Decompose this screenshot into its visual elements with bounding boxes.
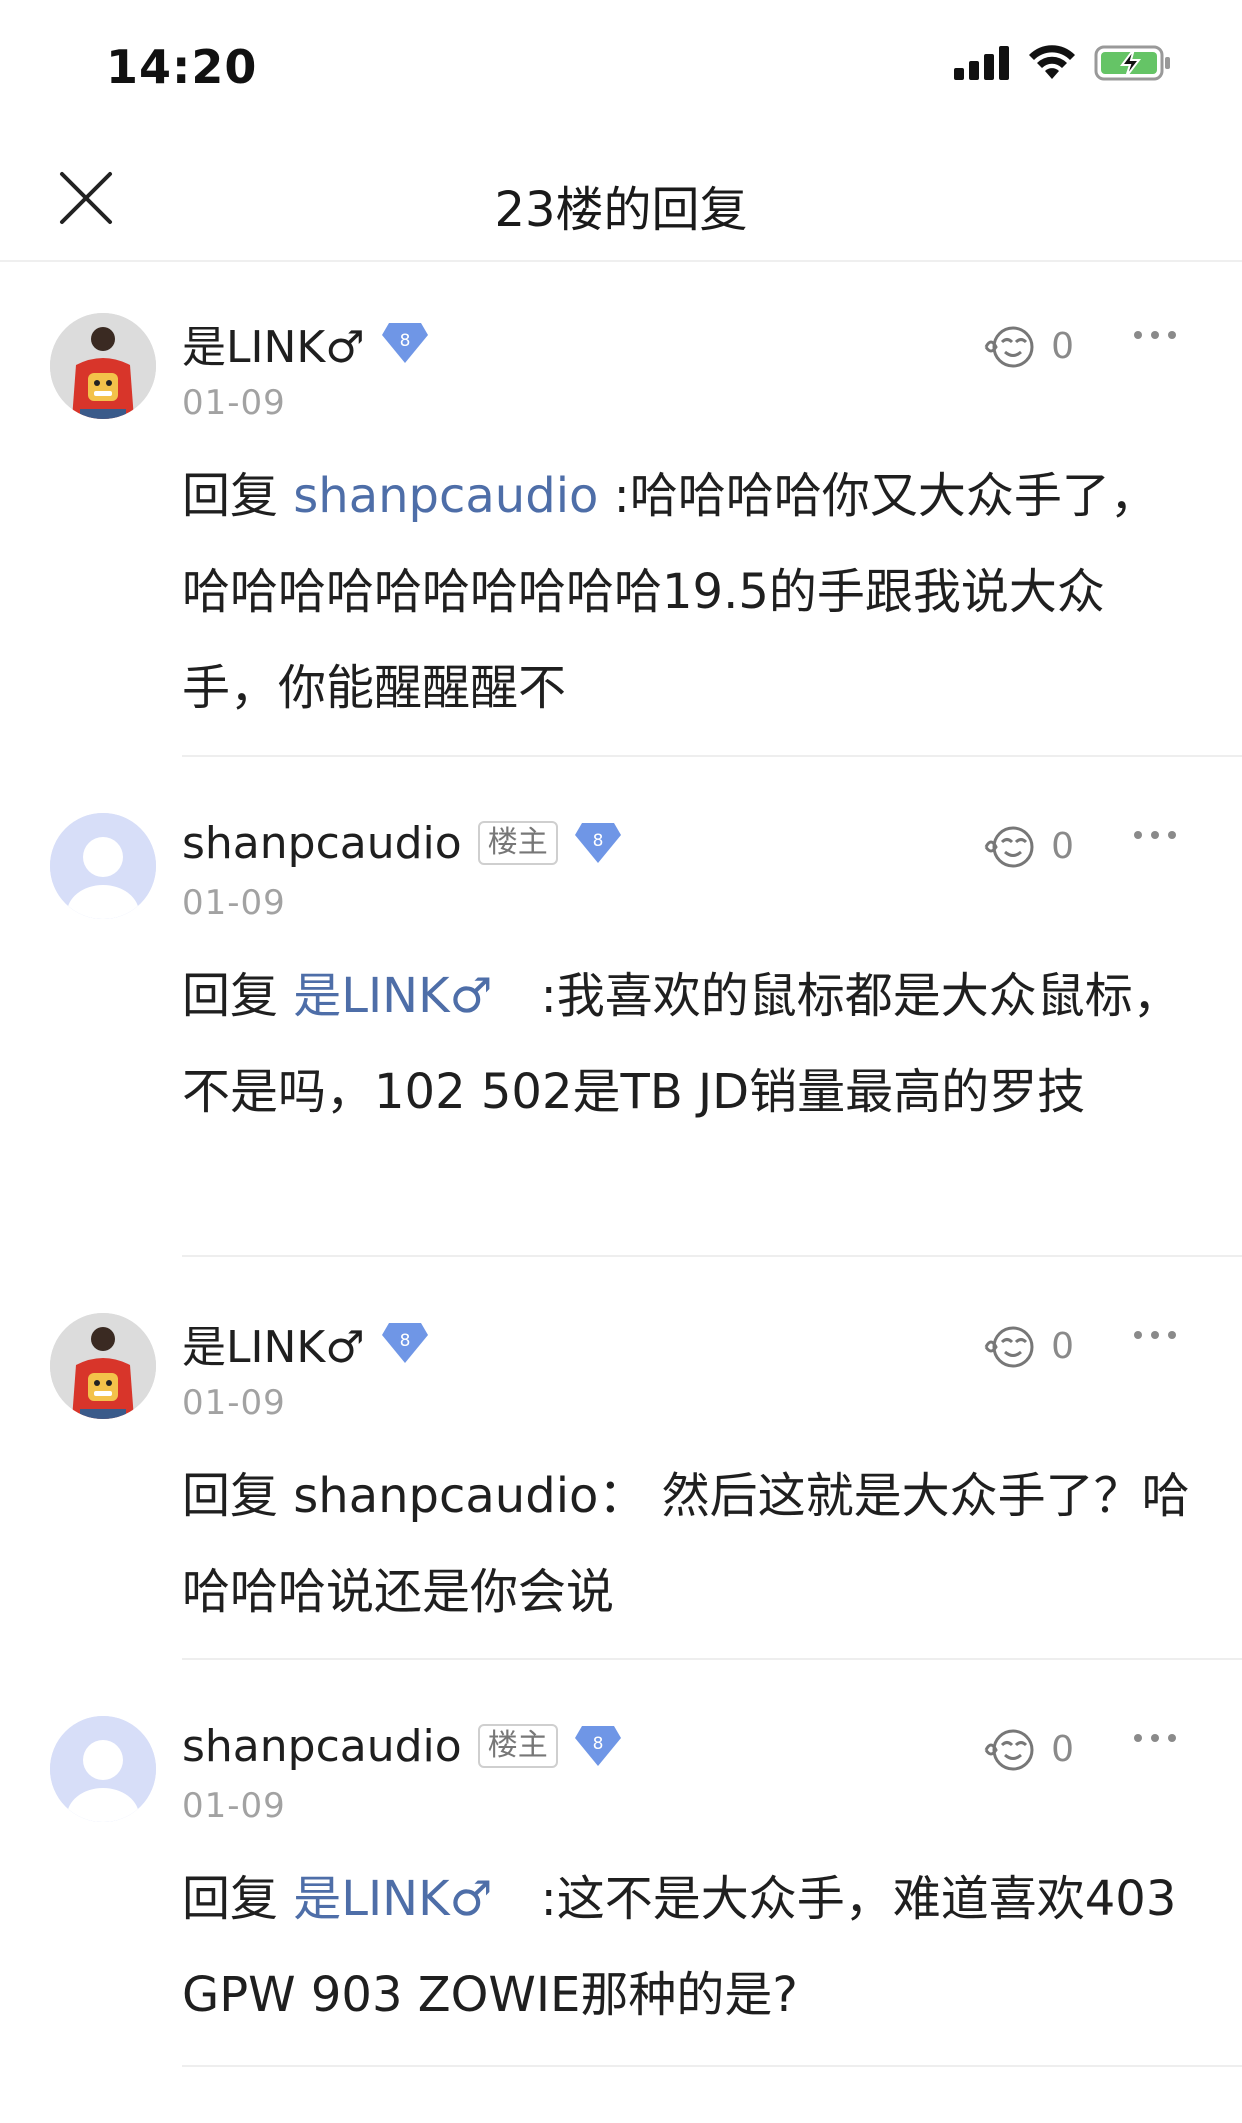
avatar[interactable]: [50, 1716, 156, 1822]
status-icons: [954, 44, 1172, 82]
reply-content: 回复 shanpcaudio :哈哈哈哈你又大众手了，哈哈哈哈哈哈哈哈哈哈19.…: [182, 448, 1192, 736]
status-bar: 14:20: [0, 0, 1242, 132]
reply-prefix: 回复: [182, 1871, 294, 1927]
nav-bar: 23楼的回复: [0, 132, 1242, 262]
level-badge-icon: 8: [381, 1323, 428, 1363]
mention-link[interactable]: 是LINK♂: [293, 968, 492, 1024]
wifi-icon: [1029, 45, 1075, 79]
reply-prefix: 回复: [182, 468, 294, 524]
level-badge-icon: 8: [574, 823, 621, 863]
reply-content: 回复 shanpcaudio： 然后这就是大众手了？哈哈哈哈说还是你会说: [182, 1448, 1192, 1640]
like-emoji-icon: [984, 1326, 1034, 1368]
level-badge-icon: 8: [381, 323, 428, 363]
page-title: 23楼的回复: [494, 182, 748, 238]
divider: [182, 2065, 1242, 2067]
reply-prefix: 回复: [182, 1468, 294, 1524]
like-count: 0: [1051, 1325, 1074, 1367]
signal-icon: [954, 46, 1009, 80]
avatar[interactable]: [50, 313, 156, 419]
like-emoji-icon: [984, 1729, 1034, 1771]
name-row: 是LINK♂ 8: [182, 313, 429, 373]
like-count: 0: [1051, 1728, 1074, 1770]
reply-content: 回复 是LINK♂ :我喜欢的鼠标都是大众鼠标，不是吗，102 502是TB J…: [182, 948, 1192, 1140]
reply-prefix: 回复: [182, 968, 294, 1024]
name-row: shanpcaudio 楼主 8: [182, 1716, 622, 1776]
owner-badge: 楼主: [477, 821, 558, 865]
more-options-button[interactable]: [1134, 1734, 1176, 1742]
like-button[interactable]: 0: [983, 1323, 1074, 1369]
date: 01-09: [182, 383, 286, 423]
username[interactable]: shanpcaudio: [182, 1721, 462, 1772]
mention-link[interactable]: 是LINK♂: [293, 1871, 492, 1927]
username[interactable]: 是LINK♂: [182, 311, 365, 375]
username[interactable]: shanpcaudio: [182, 818, 462, 869]
date: 01-09: [182, 1383, 286, 1423]
avatar[interactable]: [50, 813, 156, 919]
like-button[interactable]: 0: [983, 323, 1074, 369]
svg-text:8: 8: [399, 1331, 410, 1351]
level-badge-icon: 8: [574, 1726, 621, 1766]
more-options-button[interactable]: [1134, 831, 1176, 839]
date: 01-09: [182, 1786, 286, 1826]
reply-content: 回复 是LINK♂ :这不是大众手，难道喜欢403 GPW 903 ZOWIE那…: [182, 1851, 1192, 2043]
name-row: shanpcaudio 楼主 8: [182, 813, 622, 873]
status-time: 14:20: [106, 40, 258, 94]
like-emoji-icon: [984, 826, 1034, 868]
divider: [182, 1255, 1242, 1257]
like-count: 0: [1051, 825, 1074, 867]
like-button[interactable]: 0: [983, 823, 1074, 869]
reply-text: shanpcaudio： 然后这就是大众手了？哈哈哈哈说还是你会说: [182, 1468, 1190, 1620]
svg-text:8: 8: [592, 1734, 603, 1754]
username[interactable]: 是LINK♂: [182, 1311, 365, 1375]
svg-text:8: 8: [399, 331, 410, 351]
like-button[interactable]: 0: [983, 1726, 1074, 1772]
more-options-button[interactable]: [1134, 1331, 1176, 1339]
name-row: 是LINK♂ 8: [182, 1313, 429, 1373]
like-count: 0: [1051, 325, 1074, 367]
svg-text:8: 8: [592, 831, 603, 851]
more-options-button[interactable]: [1134, 331, 1176, 339]
mention-link[interactable]: shanpcaudio: [293, 468, 598, 524]
like-emoji-icon: [984, 326, 1034, 368]
date: 01-09: [182, 883, 286, 923]
owner-badge: 楼主: [477, 1724, 558, 1768]
divider: [182, 755, 1242, 757]
divider: [182, 1658, 1242, 1660]
avatar[interactable]: [50, 1313, 156, 1419]
battery-charging-icon: [1094, 45, 1170, 81]
